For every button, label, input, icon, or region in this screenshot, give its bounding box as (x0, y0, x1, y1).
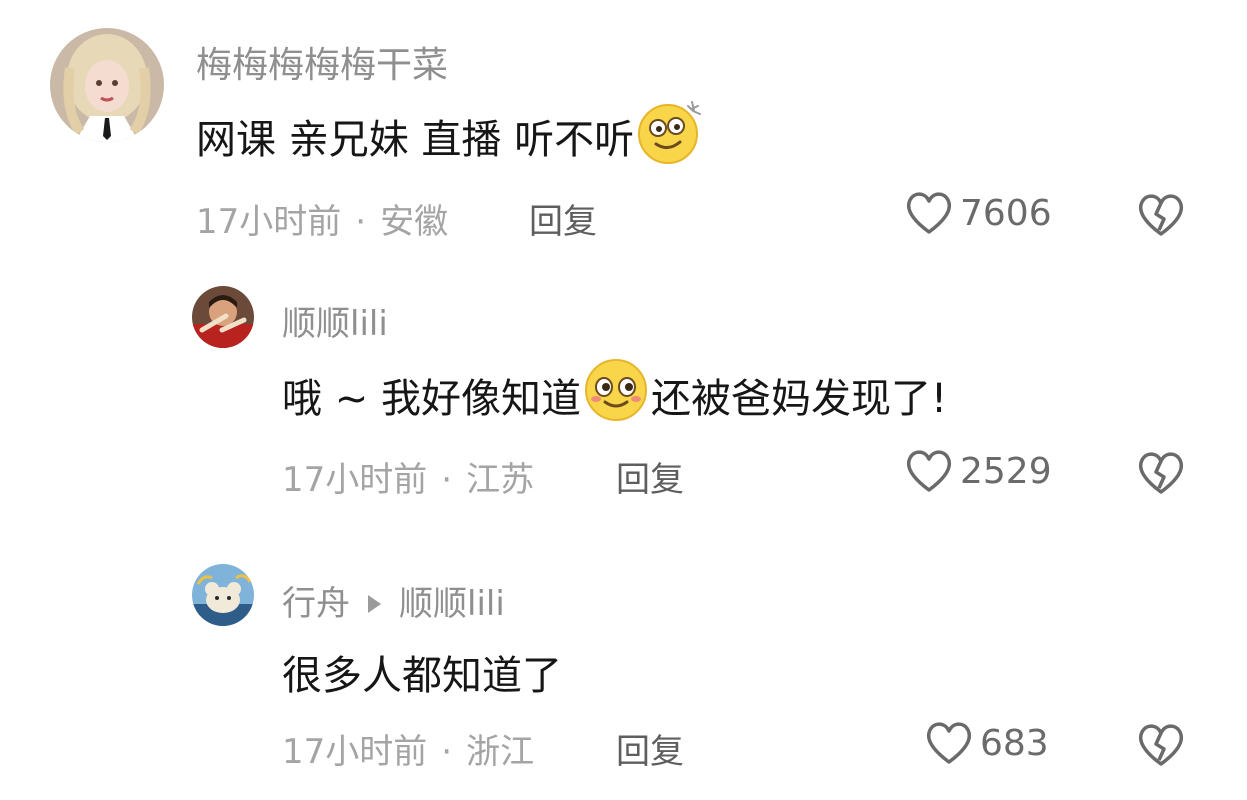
broken-heart-icon (1138, 452, 1184, 494)
avatar[interactable] (192, 286, 254, 348)
reply-target-user[interactable]: 顺顺lili (399, 584, 505, 624)
comment-username: 行舟 顺顺lili (282, 576, 505, 625)
meta-separator: · (441, 732, 453, 772)
like-count: 2529 (960, 450, 1052, 492)
comment-text: 哦 ~ 我好像知道 还被爸妈发现了! (282, 357, 947, 433)
comment-time: 17小时前 (196, 202, 342, 242)
like-count: 7606 (960, 192, 1052, 234)
heart-icon (906, 450, 952, 492)
comment-location: 安徽 (380, 202, 449, 242)
comment-meta: 17小时前 · 安徽 (196, 194, 448, 243)
comment-text: 很多人都知道了 (282, 640, 562, 704)
reply-button[interactable]: 回复 (616, 452, 684, 501)
avatar[interactable] (50, 28, 164, 142)
like-count: 683 (980, 722, 1049, 764)
comment-meta: 17小时前 · 江苏 (282, 452, 534, 501)
comment-text-part: 网课 亲兄妹 直播 听不听 (196, 117, 635, 163)
dislike-button[interactable] (1136, 722, 1186, 772)
comment-item: 行舟 顺顺lili 很多人都知道了 17小时前 · 浙江 回复 683 (0, 540, 1247, 800)
comment-location: 浙江 (466, 732, 535, 772)
comment-username[interactable]: 梅梅梅梅梅干菜 (196, 36, 448, 88)
heart-icon (926, 722, 972, 764)
heart-icon (906, 192, 952, 234)
reply-to-arrow-icon (368, 594, 381, 613)
reply-button[interactable]: 回复 (616, 724, 684, 773)
dizzy-smile-icon (636, 96, 706, 176)
comment-text-part: 很多人都知道了 (282, 653, 562, 699)
comment-text-part: 哦 ~ 我好像知道 (282, 376, 581, 422)
like-button[interactable]: 7606 (904, 190, 1052, 236)
wink-smile-icon (583, 357, 649, 433)
comment-username[interactable]: 顺顺lili (282, 296, 388, 345)
meta-separator: · (441, 460, 453, 500)
like-button[interactable]: 2529 (904, 448, 1052, 494)
comment-item: 顺顺lili 哦 ~ 我好像知道 还被爸妈发现了! 17小时前 · 江苏 回复 25… (0, 260, 1247, 530)
comment-text: 网课 亲兄妹 直播 听不听 (196, 101, 708, 168)
avatar[interactable] (192, 564, 254, 626)
comment-location: 江苏 (466, 460, 535, 500)
comment-time: 17小时前 (282, 460, 428, 500)
comment-text-part: 还被爸妈发现了! (650, 376, 947, 422)
comment-item: 梅梅梅梅梅干菜 网课 亲兄妹 直播 听不听 17小时前 · 安徽 回复 7606 (0, 0, 1247, 260)
like-button[interactable]: 683 (924, 720, 1049, 766)
dislike-button[interactable] (1136, 192, 1186, 242)
comment-meta: 17小时前 · 浙江 (282, 724, 534, 773)
dislike-button[interactable] (1136, 450, 1186, 500)
reply-author[interactable]: 行舟 (282, 584, 350, 624)
meta-separator: · (355, 202, 367, 242)
broken-heart-icon (1138, 194, 1184, 236)
reply-button[interactable]: 回复 (529, 194, 597, 243)
broken-heart-icon (1138, 724, 1184, 766)
comment-time: 17小时前 (282, 732, 428, 772)
